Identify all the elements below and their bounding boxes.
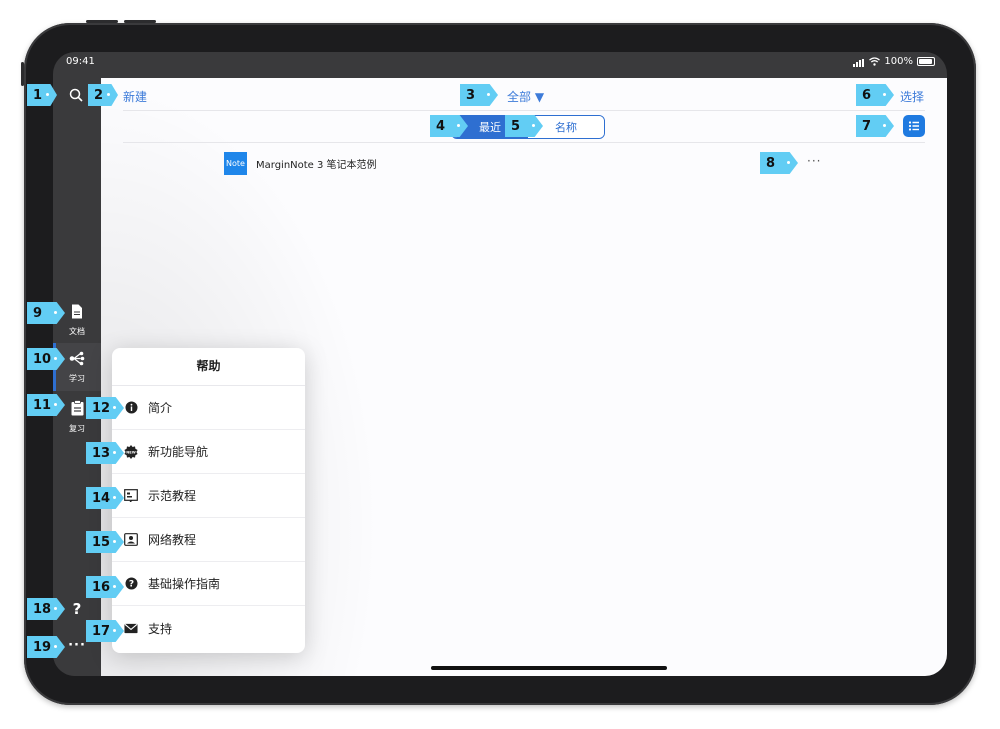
divider xyxy=(123,142,925,143)
wifi-icon xyxy=(869,57,881,66)
status-time: 09:41 xyxy=(66,56,95,67)
new-button[interactable]: 新建 xyxy=(123,88,147,105)
help-item-label: 支持 xyxy=(148,621,173,636)
help-item-demo-tutorial[interactable]: 示范教程 xyxy=(112,474,305,518)
question-icon: ? xyxy=(124,577,138,591)
notebook-more-button[interactable]: ··· xyxy=(807,154,821,168)
new-badge-icon: NEW xyxy=(124,444,138,459)
volume-button xyxy=(124,20,156,23)
list-icon xyxy=(908,121,919,131)
document-icon xyxy=(72,304,82,319)
help-item-new-features[interactable]: NEW 新功能导航 xyxy=(112,430,305,474)
help-item-web-tutorial[interactable]: 网络教程 xyxy=(112,518,305,562)
help-item-label: 基础操作指南 xyxy=(148,577,221,591)
help-item-label: 新功能导航 xyxy=(148,445,209,459)
volume-button xyxy=(86,20,118,23)
battery-icon xyxy=(917,57,935,66)
web-tutorial-icon xyxy=(124,533,138,547)
mindmap-icon xyxy=(69,351,85,366)
list-view-button[interactable] xyxy=(903,115,925,137)
battery-percent: 100% xyxy=(884,56,913,67)
help-item-basics-guide[interactable]: ? 基础操作指南 xyxy=(112,562,305,606)
help-item-label: 示范教程 xyxy=(148,489,197,503)
home-indicator xyxy=(431,666,667,670)
help-item-support[interactable]: 支持 xyxy=(112,606,305,650)
sidebar-label: 复习 xyxy=(69,424,85,433)
filter-dropdown[interactable]: 全部 ▼ xyxy=(507,88,544,105)
notebook-item[interactable]: Note MarginNote 3 笔记本范例 xyxy=(224,151,377,175)
clipboard-icon xyxy=(71,400,83,416)
side-button xyxy=(21,62,24,86)
tutorial-icon xyxy=(124,489,138,503)
status-bar: 09:41 100% xyxy=(53,52,947,78)
svg-text:NEW: NEW xyxy=(126,450,135,454)
search-icon[interactable] xyxy=(69,88,83,102)
info-icon xyxy=(124,401,138,415)
help-item-label: 网络教程 xyxy=(148,533,197,547)
help-popover: 帮助 简介 NEW 新功能导航 示范教程 网络教程 ? 基础操作指南 支持 xyxy=(112,348,305,653)
svg-text:?: ? xyxy=(128,580,133,590)
select-button[interactable]: 选择 xyxy=(900,88,924,105)
sidebar-label: 学习 xyxy=(69,374,85,383)
divider xyxy=(123,110,925,111)
signal-icon xyxy=(853,56,865,67)
mail-icon xyxy=(124,621,138,635)
notebook-title: MarginNote 3 笔记本范例 xyxy=(256,159,377,171)
help-item-intro[interactable]: 简介 xyxy=(112,386,305,430)
sidebar-label: 文档 xyxy=(69,327,85,336)
sidebar-item-study[interactable]: 学习 xyxy=(53,343,101,391)
help-item-label: 简介 xyxy=(148,401,173,415)
status-indicators: 100% xyxy=(853,56,935,67)
notebook-thumbnail: Note xyxy=(224,151,247,175)
help-popover-title: 帮助 xyxy=(112,348,305,386)
